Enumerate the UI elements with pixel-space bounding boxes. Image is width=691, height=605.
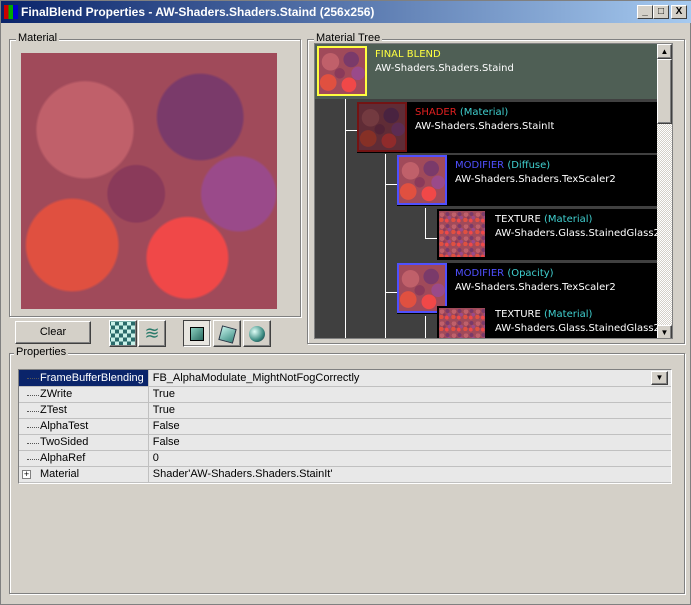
material-label: Material — [16, 32, 60, 44]
scroll-thumb[interactable] — [657, 59, 672, 124]
property-value[interactable]: False — [148, 434, 671, 451]
node-name: AW-Shaders.Shaders.TexScaler2 — [455, 282, 616, 293]
property-grid: FrameBufferBlending FB_AlphaModulate_Migh… — [18, 369, 672, 484]
property-value[interactable]: 0 — [148, 450, 671, 467]
minimize-button[interactable]: _ — [637, 5, 653, 19]
property-key: AlphaTest — [40, 420, 89, 432]
node-thumbnail — [437, 209, 487, 259]
property-row[interactable]: AlphaTest False — [19, 418, 671, 435]
property-value[interactable]: False — [148, 418, 671, 435]
window-title: FinalBlend Properties - AW-Shaders.Shade… — [21, 5, 375, 19]
tree-node-texture[interactable]: TEXTURE (Material) AW-Shaders.Glass.Stain… — [437, 209, 666, 260]
tree-node-shader[interactable]: SHADER (Material) AW-Shaders.Shaders.Stai… — [357, 102, 659, 153]
plane-icon — [190, 327, 204, 341]
layers-button[interactable]: ≋ — [138, 320, 166, 347]
node-thumbnail — [437, 306, 487, 338]
node-subtype: (Material) — [459, 107, 509, 118]
node-type: TEXTURE — [495, 214, 541, 225]
scroll-up-button[interactable]: ▲ — [657, 44, 672, 59]
expand-plus-icon[interactable]: + — [22, 469, 31, 479]
clear-button[interactable]: Clear — [15, 321, 91, 344]
cube-preview-button[interactable] — [213, 320, 241, 347]
property-key: Material — [40, 468, 80, 480]
property-value[interactable]: True — [148, 402, 671, 419]
tree-scrollbar[interactable]: ▲ ▼ — [657, 44, 672, 338]
properties-label: Properties — [14, 346, 69, 358]
node-name: AW-Shaders.Shaders.TexScaler2 — [455, 174, 616, 185]
material-preview — [21, 53, 277, 309]
sphere-icon — [249, 326, 265, 342]
property-value[interactable]: True — [148, 386, 671, 403]
sphere-preview-button[interactable] — [243, 320, 271, 347]
property-row[interactable]: AlphaRef 0 — [19, 450, 671, 467]
node-type: MODIFIER — [455, 160, 505, 171]
node-subtype: (Material) — [543, 214, 593, 225]
property-row[interactable]: FrameBufferBlending FB_AlphaModulate_Migh… — [19, 370, 671, 387]
property-value[interactable]: FB_AlphaModulate_MightNotFogCorrectly — [153, 372, 360, 384]
property-row[interactable]: + Material Shader'AW-Shaders.Shaders.Stain… — [19, 466, 671, 483]
checker-background-button[interactable] — [109, 320, 137, 347]
app-icon — [4, 5, 18, 19]
node-name: AW-Shaders.Glass.StainedGlass2a — [495, 323, 667, 334]
tree-node-texture[interactable]: TEXTURE (Material) AW-Shaders.Glass.Stain… — [437, 306, 666, 338]
node-type: SHADER — [415, 107, 457, 118]
node-subtype: (Opacity) — [507, 268, 554, 279]
property-key: TwoSided — [40, 436, 89, 448]
node-thumbnail — [397, 155, 447, 205]
cube-icon — [218, 325, 237, 344]
tree-node-final-blend[interactable]: FINAL BLEND AW-Shaders.Shaders.Staind — [315, 44, 659, 99]
node-subtype: (Diffuse) — [507, 160, 551, 171]
node-name: AW-Shaders.Shaders.Staind — [375, 63, 514, 74]
maximize-button[interactable]: □ — [653, 5, 669, 19]
node-type: MODIFIER — [455, 268, 505, 279]
property-key: FrameBufferBlending — [40, 371, 144, 384]
node-thumbnail — [357, 102, 407, 152]
node-type: TEXTURE — [495, 309, 541, 320]
property-row[interactable]: TwoSided False — [19, 434, 671, 451]
material-tree-view[interactable]: FINAL BLEND AW-Shaders.Shaders.Staind SHA… — [314, 43, 673, 339]
property-key: ZWrite — [40, 388, 73, 400]
node-type: FINAL BLEND — [375, 49, 441, 60]
tree-node-modifier-diffuse[interactable]: MODIFIER (Diffuse) AW-Shaders.Shaders.Tex… — [397, 155, 659, 206]
property-key: AlphaRef — [40, 452, 86, 464]
title-bar: FinalBlend Properties - AW-Shaders.Shade… — [1, 1, 691, 23]
dropdown-arrow-icon[interactable]: ▼ — [651, 371, 668, 385]
property-key: ZTest — [40, 404, 67, 416]
plane-preview-button[interactable] — [183, 320, 211, 347]
close-button[interactable]: X — [671, 5, 687, 19]
property-row[interactable]: ZWrite True — [19, 386, 671, 403]
node-subtype: (Material) — [543, 309, 593, 320]
node-name: AW-Shaders.Shaders.StainIt — [415, 121, 555, 132]
property-row[interactable]: ZTest True — [19, 402, 671, 419]
scroll-down-button[interactable]: ▼ — [657, 325, 672, 338]
node-name: AW-Shaders.Glass.StainedGlass2a — [495, 228, 667, 239]
property-value[interactable]: Shader'AW-Shaders.Shaders.StainIt' — [148, 466, 671, 483]
node-thumbnail — [317, 46, 367, 96]
